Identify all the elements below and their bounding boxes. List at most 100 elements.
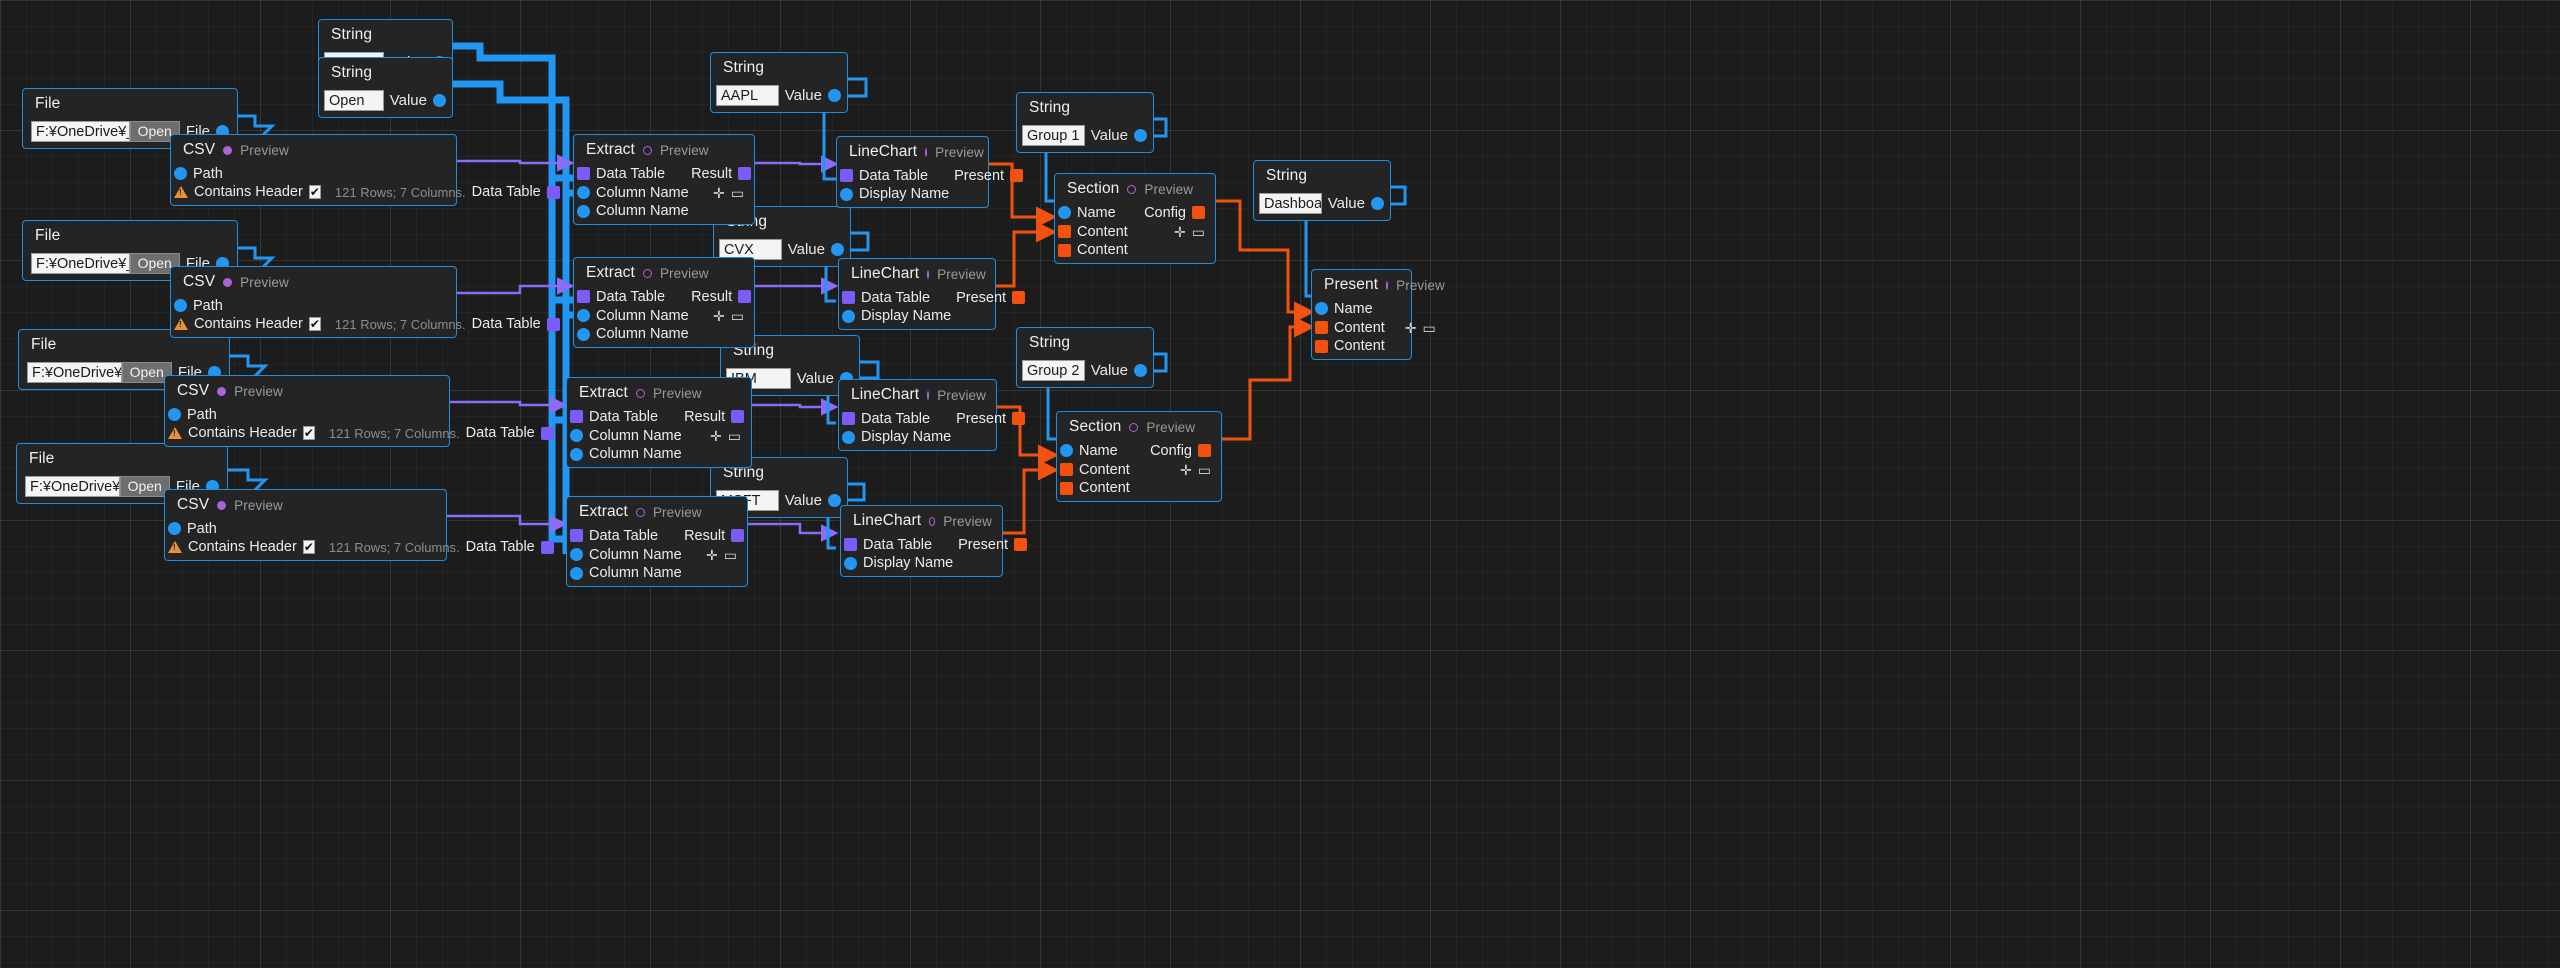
- input-port-data-table[interactable]: [842, 291, 855, 304]
- input-port-data-table[interactable]: [842, 412, 855, 425]
- extract-input-column-name-1[interactable]: Column Name ✛ ▭: [567, 545, 747, 564]
- preview-label[interactable]: Preview: [937, 267, 986, 282]
- input-port-display-name[interactable]: [840, 187, 853, 201]
- input-port-path[interactable]: [174, 299, 187, 312]
- preview-toggle-icon[interactable]: [1127, 184, 1137, 194]
- input-port-column-name[interactable]: [577, 204, 590, 218]
- section-node[interactable]: Section Preview Name Config Content ✛ ▭ …: [1054, 173, 1216, 264]
- preview-toggle-icon[interactable]: [642, 145, 652, 155]
- linechart-input-display-name[interactable]: Display Name: [839, 428, 996, 450]
- row-controls[interactable]: ✛ ▭: [713, 309, 744, 323]
- preview-label[interactable]: Preview: [1396, 278, 1445, 293]
- section-input-content-2[interactable]: Content: [1057, 479, 1221, 501]
- extract-input-data-table[interactable]: Data Table Result: [574, 164, 754, 183]
- extract-input-data-table[interactable]: Data Table Result: [574, 287, 754, 306]
- input-port-display-name[interactable]: [842, 430, 855, 444]
- csv-input-path[interactable]: Path: [165, 519, 446, 538]
- add-input-icon[interactable]: ✛: [713, 309, 725, 323]
- linechart-node[interactable]: LineChart Preview Data Table Present Dis…: [840, 505, 1028, 577]
- output-port-present[interactable]: [1010, 169, 1024, 182]
- preview-label[interactable]: Preview: [240, 275, 289, 290]
- preview-toggle-icon[interactable]: [1386, 280, 1389, 290]
- input-port-content[interactable]: [1060, 463, 1073, 476]
- contains-header-checkbox[interactable]: ✔: [308, 317, 321, 331]
- remove-input-icon[interactable]: ▭: [731, 309, 744, 323]
- string-value-input[interactable]: Group 1: [1022, 125, 1085, 146]
- remove-input-icon[interactable]: ▭: [1198, 463, 1211, 477]
- section-input-name[interactable]: Name Config: [1055, 203, 1215, 222]
- output-port-value[interactable]: [433, 94, 446, 107]
- csv-node[interactable]: CSV Preview Path Contains Header ✔ 121 R…: [164, 375, 554, 447]
- output-port-value[interactable]: [831, 243, 844, 256]
- contains-header-checkbox[interactable]: ✔: [302, 426, 315, 440]
- input-port-name[interactable]: [1315, 302, 1328, 315]
- csv-node[interactable]: CSV Preview Path Contains Header ✔ 121 R…: [164, 489, 554, 561]
- preview-toggle-icon[interactable]: [635, 507, 645, 517]
- extract-input-column-name-1[interactable]: Column Name ✛ ▭: [574, 183, 754, 202]
- add-input-icon[interactable]: ✛: [713, 186, 725, 200]
- input-port-data-table[interactable]: [570, 410, 583, 423]
- file-path-input[interactable]: F:¥OneDrive¥_Projects¥Parcel¥Da: [25, 476, 120, 497]
- preview-label[interactable]: Preview: [660, 143, 709, 158]
- output-port-value[interactable]: [828, 89, 841, 102]
- linechart-node[interactable]: LineChart Preview Data Table Present Dis…: [838, 258, 1026, 330]
- csv-input-contains-header[interactable]: Contains Header ✔ 121 Rows; 7 Columns. D…: [171, 315, 560, 337]
- preview-label[interactable]: Preview: [234, 498, 283, 513]
- remove-input-icon[interactable]: ▭: [724, 548, 737, 562]
- present-input-content-1[interactable]: Content ✛ ▭: [1312, 318, 1436, 337]
- csv-node[interactable]: CSV Preview Path Contains Header ✔ 121 R…: [170, 266, 560, 338]
- output-port-data-table[interactable]: [540, 426, 554, 440]
- add-input-icon[interactable]: ✛: [1405, 321, 1417, 335]
- csv-node[interactable]: CSV Preview Path Contains Header ✔ 121 R…: [170, 134, 560, 206]
- string-node[interactable]: String Group 1 Value: [1016, 92, 1154, 153]
- output-port-value[interactable]: [1134, 364, 1147, 377]
- present-input-name[interactable]: Name: [1312, 299, 1411, 318]
- linechart-node[interactable]: LineChart Preview Data Table Present Dis…: [838, 379, 1026, 451]
- contains-header-checkbox[interactable]: ✔: [302, 540, 315, 554]
- input-port-display-name[interactable]: [844, 556, 857, 570]
- preview-label[interactable]: Preview: [234, 384, 283, 399]
- string-node[interactable]: String Dashboard Value: [1253, 160, 1391, 221]
- row-controls[interactable]: ✛ ▭: [1405, 321, 1436, 335]
- output-port-present[interactable]: [1014, 538, 1028, 551]
- preview-toggle-icon[interactable]: [223, 145, 233, 155]
- linechart-input-display-name[interactable]: Display Name: [837, 185, 988, 207]
- linechart-input-data-table[interactable]: Data Table Present: [839, 409, 1026, 428]
- csv-input-contains-header[interactable]: Contains Header ✔ 121 Rows; 7 Columns. D…: [165, 538, 554, 560]
- csv-input-path[interactable]: Path: [171, 296, 456, 315]
- preview-label[interactable]: Preview: [660, 266, 709, 281]
- preview-label[interactable]: Preview: [937, 388, 986, 403]
- input-port-column-name[interactable]: [577, 309, 590, 322]
- section-input-content-1[interactable]: Content ✛ ▭: [1057, 460, 1221, 479]
- file-path-input[interactable]: F:¥OneDrive¥_Projects¥Parcel¥Da: [31, 121, 130, 142]
- extract-input-data-table[interactable]: Data Table Result: [567, 407, 751, 426]
- input-port-content[interactable]: [1058, 243, 1071, 257]
- section-node[interactable]: Section Preview Name Config Content ✛ ▭ …: [1056, 411, 1222, 502]
- input-port-column-name[interactable]: [570, 429, 583, 442]
- preview-toggle-icon[interactable]: [927, 269, 930, 279]
- output-port-value[interactable]: [1134, 129, 1147, 142]
- preview-toggle-icon[interactable]: [1129, 422, 1139, 432]
- row-controls[interactable]: ✛ ▭: [1174, 225, 1205, 239]
- input-port-data-table[interactable]: [577, 167, 590, 180]
- output-port-data-table[interactable]: [546, 317, 560, 331]
- input-port-data-table[interactable]: [840, 169, 853, 182]
- output-port-result[interactable]: [738, 290, 752, 303]
- input-port-name[interactable]: [1060, 444, 1073, 457]
- input-port-content[interactable]: [1058, 225, 1071, 238]
- remove-input-icon[interactable]: ▭: [1423, 321, 1436, 335]
- output-port-result[interactable]: [731, 529, 745, 542]
- preview-toggle-icon[interactable]: [929, 516, 936, 526]
- string-node[interactable]: String Open Value: [318, 57, 453, 118]
- input-port-display-name[interactable]: [842, 309, 855, 323]
- node-graph-canvas[interactable]: File F:¥OneDrive¥_Projects¥Parcel¥Da Ope…: [0, 0, 2560, 968]
- string-node[interactable]: String Group 2 Value: [1016, 327, 1154, 388]
- row-controls[interactable]: ✛ ▭: [706, 548, 737, 562]
- extract-node[interactable]: Extract Preview Data Table Result Column…: [566, 377, 752, 468]
- input-port-data-table[interactable]: [844, 538, 857, 551]
- present-node[interactable]: Present Preview Name Content ✛ ▭ Content: [1311, 269, 1445, 360]
- section-input-content-1[interactable]: Content ✛ ▭: [1055, 222, 1215, 241]
- input-port-path[interactable]: [174, 167, 187, 180]
- string-value-input[interactable]: Open: [324, 90, 384, 111]
- preview-label[interactable]: Preview: [653, 386, 702, 401]
